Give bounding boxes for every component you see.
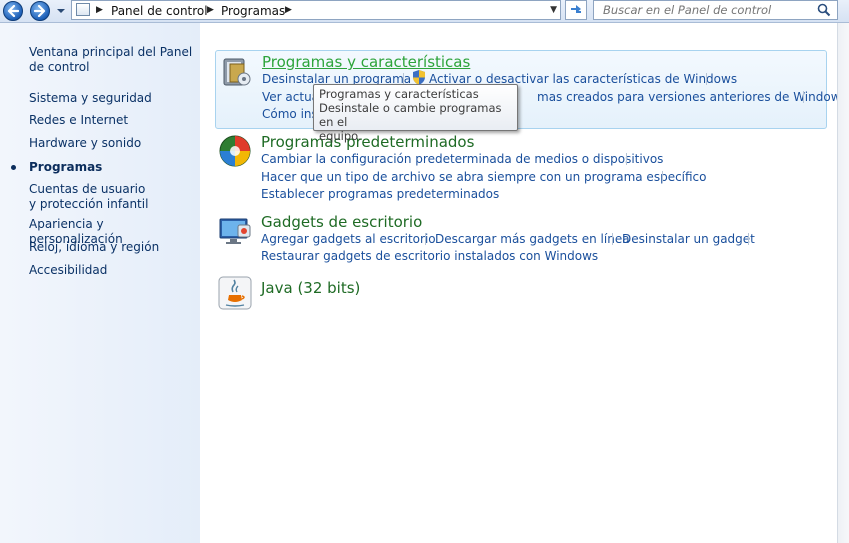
main-content: Programas y características Desinstalar … <box>200 23 847 543</box>
link-separator <box>662 171 663 183</box>
sidebar-item-programs[interactable]: Programas <box>29 160 197 175</box>
refresh-button[interactable] <box>565 0 587 20</box>
navigation-bar: ▶ Panel de control ▶ Programas ▶ ▼ <box>0 0 849 23</box>
link-separator <box>748 233 749 245</box>
arrow-left-icon <box>7 5 19 17</box>
window-right-edge <box>837 23 849 543</box>
sidebar-item-clock-language[interactable]: Reloj, idioma y región <box>29 240 197 255</box>
sidebar-item-system-security[interactable]: Sistema y seguridad <box>29 91 197 106</box>
control-panel-icon <box>76 3 90 16</box>
link-separator <box>425 233 426 245</box>
link-how-to-install[interactable]: Cómo ins <box>262 107 318 121</box>
address-bar[interactable]: ▶ Panel de control ▶ Programas ▶ ▼ <box>71 0 561 20</box>
breadcrumb-separator-icon[interactable]: ▶ <box>285 5 292 15</box>
sidebar-item-hardware-sound[interactable]: Hardware y sonido <box>29 136 197 151</box>
category-java: Java (32 bits) <box>215 276 827 312</box>
link-set-default-programs[interactable]: Establecer programas predeterminados <box>261 187 499 201</box>
link-restore-gadgets[interactable]: Restaurar gadgets de escritorio instalad… <box>261 249 598 263</box>
link-add-gadgets[interactable]: Agregar gadgets al escritorio <box>261 232 436 246</box>
refresh-icon <box>571 5 581 13</box>
current-item-bullet <box>11 165 16 170</box>
link-separator <box>706 73 707 85</box>
category-title-desktop-gadgets[interactable]: Gadgets de escritorio <box>261 213 422 231</box>
link-separator <box>612 233 613 245</box>
search-icon[interactable] <box>817 3 831 17</box>
link-separator <box>803 91 804 103</box>
back-button[interactable] <box>3 1 23 21</box>
tooltip-description: Desinstale o cambie programas en el <box>319 101 502 129</box>
sidebar-item-accessibility[interactable]: Accesibilidad <box>29 263 197 278</box>
link-compatibility-programs[interactable]: mas creados para versiones anteriores de… <box>537 90 847 104</box>
link-change-media-defaults[interactable]: Cambiar la configuración predeterminada … <box>261 152 663 166</box>
sidebar: Ventana principal del Panel de control S… <box>0 23 200 543</box>
sidebar-item-control-panel-home[interactable]: Ventana principal del Panel de control <box>29 45 197 75</box>
link-separator <box>626 153 627 165</box>
link-uninstall-gadget[interactable]: Desinstalar un gadget <box>622 232 755 246</box>
desktop-gadgets-icon[interactable] <box>218 214 252 248</box>
category-title-programs-features[interactable]: Programas y características <box>262 53 470 71</box>
recent-pages-dropdown-icon[interactable] <box>56 5 66 17</box>
category-programs-features: Programas y características Desinstalar … <box>215 50 847 129</box>
arrow-right-icon <box>34 5 46 17</box>
tooltip-description-cont: equipo. <box>319 129 362 143</box>
tooltip-title: Programas y características <box>319 87 479 101</box>
search-input[interactable] <box>593 0 838 20</box>
address-history-dropdown-icon[interactable]: ▼ <box>550 5 557 15</box>
default-programs-icon[interactable] <box>218 134 252 168</box>
uac-shield-icon <box>413 70 425 85</box>
category-desktop-gadgets: Gadgets de escritorio Agregar gadgets al… <box>215 211 827 267</box>
breadcrumb-separator-icon[interactable]: ▶ <box>96 5 103 15</box>
category-default-programs: Programas predeterminados Cambiar la con… <box>215 131 827 203</box>
tooltip: Programas y características Desinstale o… <box>313 84 518 143</box>
breadcrumb-control-panel[interactable]: Panel de control <box>111 4 208 18</box>
category-title-java[interactable]: Java (32 bits) <box>261 279 360 297</box>
breadcrumb-programs[interactable]: Programas <box>221 4 285 18</box>
sidebar-item-network-internet[interactable]: Redes e Internet <box>29 113 197 128</box>
forward-button[interactable] <box>30 1 50 21</box>
sidebar-item-user-accounts[interactable]: Cuentas de usuario y protección infantil <box>29 182 149 212</box>
link-file-type-association[interactable]: Hacer que un tipo de archivo se abra sie… <box>261 170 707 184</box>
programs-features-icon[interactable] <box>219 55 253 89</box>
link-download-gadgets[interactable]: Descargar más gadgets en línea <box>435 232 630 246</box>
breadcrumb-separator-icon[interactable]: ▶ <box>207 5 214 15</box>
java-icon[interactable] <box>218 276 252 310</box>
